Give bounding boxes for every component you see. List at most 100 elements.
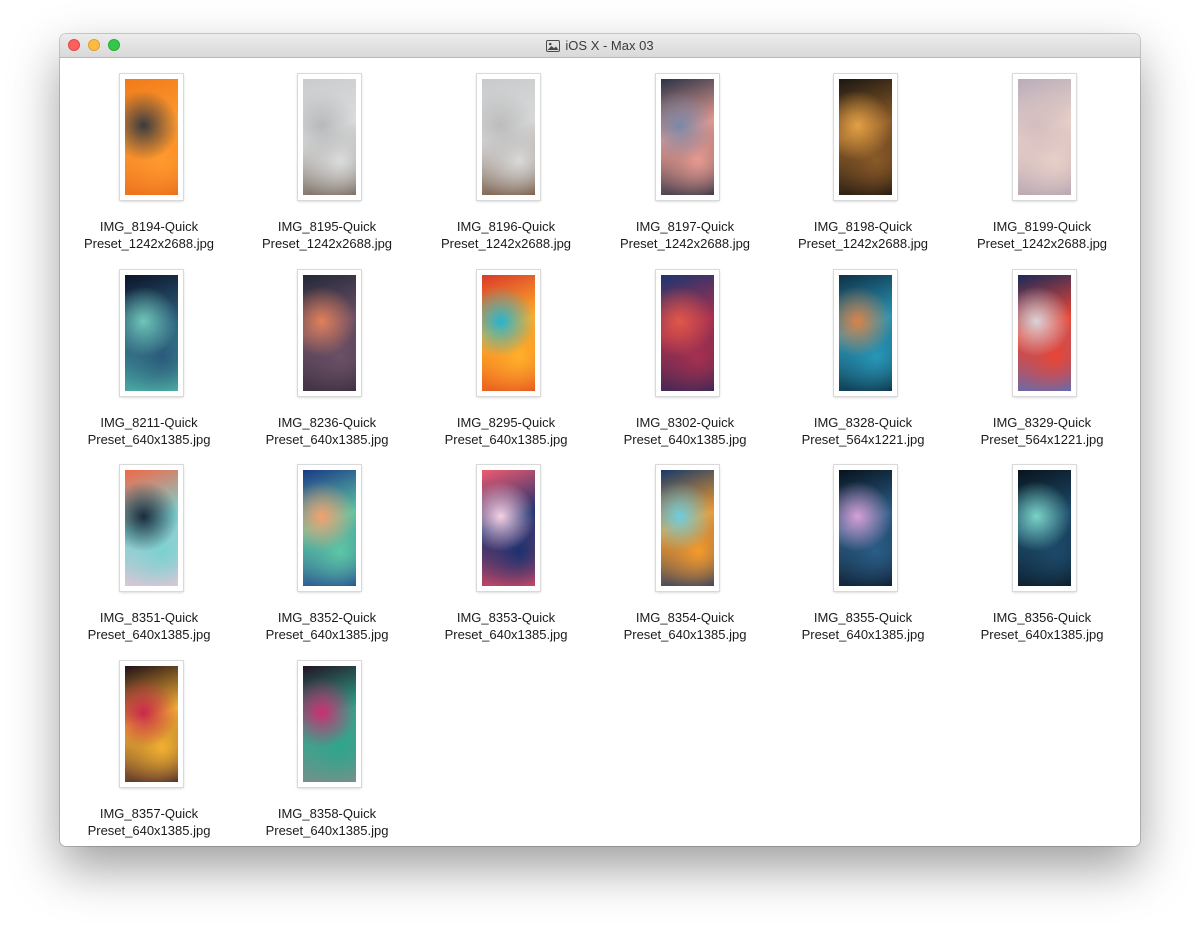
- file-item[interactable]: IMG_8197-Quick Preset_1242x2688.jpg: [596, 58, 774, 251]
- thumbnail-image: [125, 666, 178, 782]
- file-item[interactable]: IMG_8194-Quick Preset_1242x2688.jpg: [60, 58, 238, 251]
- thumbnail-frame[interactable]: [656, 465, 719, 591]
- file-name-line1: IMG_8355-Quick: [813, 610, 913, 625]
- thumbnail-frame[interactable]: [477, 74, 540, 200]
- file-name-label: IMG_8211-Quick Preset_640x1385.jpg: [60, 414, 238, 448]
- file-item[interactable]: IMG_8295-Quick Preset_640x1385.jpg: [417, 254, 595, 447]
- thumbnail-frame[interactable]: [1013, 270, 1076, 396]
- file-name-line1: IMG_8197-Quick: [635, 219, 735, 234]
- thumbnail-frame[interactable]: [1013, 74, 1076, 200]
- file-name-label: IMG_8358-Quick Preset_640x1385.jpg: [238, 805, 416, 839]
- file-name-line2: Preset_1242x2688.jpg: [619, 236, 751, 251]
- file-name-label: IMG_8329-Quick Preset_564x1221.jpg: [953, 414, 1131, 448]
- file-name-line2: Preset_640x1385.jpg: [801, 627, 925, 642]
- file-item[interactable]: IMG_8302-Quick Preset_640x1385.jpg: [596, 254, 774, 447]
- file-name-line2: Preset_564x1221.jpg: [980, 432, 1104, 447]
- file-name-line2: Preset_640x1385.jpg: [980, 627, 1104, 642]
- file-name-line2: Preset_640x1385.jpg: [87, 432, 211, 447]
- thumbnail-image: [125, 79, 178, 195]
- file-name-label: IMG_8353-Quick Preset_640x1385.jpg: [417, 609, 595, 643]
- thumbnail-image: [839, 79, 892, 195]
- thumbnail-frame[interactable]: [120, 74, 183, 200]
- file-name-line1: IMG_8302-Quick: [635, 415, 735, 430]
- file-item[interactable]: IMG_8351-Quick Preset_640x1385.jpg: [60, 449, 238, 642]
- image-file-icon: [546, 39, 561, 52]
- file-name-line2: Preset_640x1385.jpg: [444, 627, 568, 642]
- thumbnail-frame[interactable]: [298, 74, 361, 200]
- file-name-line2: Preset_640x1385.jpg: [265, 823, 389, 838]
- file-name-line2: Preset_1242x2688.jpg: [83, 236, 215, 251]
- thumbnail-frame[interactable]: [120, 270, 183, 396]
- file-item[interactable]: IMG_8357-Quick Preset_640x1385.jpg: [60, 645, 238, 838]
- file-item[interactable]: IMG_8198-Quick Preset_1242x2688.jpg: [774, 58, 952, 251]
- file-item[interactable]: IMG_8328-Quick Preset_564x1221.jpg: [774, 254, 952, 447]
- file-name-label: IMG_8196-Quick Preset_1242x2688.jpg: [417, 218, 595, 252]
- file-name-line1: IMG_8194-Quick: [99, 219, 199, 234]
- file-item[interactable]: IMG_8211-Quick Preset_640x1385.jpg: [60, 254, 238, 447]
- thumbnail-frame[interactable]: [656, 74, 719, 200]
- thumbnail-frame[interactable]: [1013, 465, 1076, 591]
- title-bar[interactable]: iOS X - Max 03: [60, 34, 1140, 58]
- thumbnail-image: [839, 470, 892, 586]
- file-name-line1: IMG_8328-Quick: [813, 415, 913, 430]
- file-name-line2: Preset_640x1385.jpg: [623, 627, 747, 642]
- file-name-line2: Preset_1242x2688.jpg: [440, 236, 572, 251]
- file-name-line1: IMG_8196-Quick: [456, 219, 556, 234]
- file-item[interactable]: IMG_8199-Quick Preset_1242x2688.jpg: [953, 58, 1131, 251]
- file-name-line2: Preset_640x1385.jpg: [87, 823, 211, 838]
- thumbnail-frame[interactable]: [120, 661, 183, 787]
- thumbnail-frame[interactable]: [298, 465, 361, 591]
- file-name-line1: IMG_8329-Quick: [992, 415, 1092, 430]
- file-name-line1: IMG_8351-Quick: [99, 610, 199, 625]
- file-name-label: IMG_8354-Quick Preset_640x1385.jpg: [596, 609, 774, 643]
- thumbnail-frame[interactable]: [834, 465, 897, 591]
- thumbnail-frame[interactable]: [298, 661, 361, 787]
- thumbnail-image: [482, 470, 535, 586]
- file-item[interactable]: IMG_8352-Quick Preset_640x1385.jpg: [238, 449, 416, 642]
- thumbnail-image: [1018, 275, 1071, 391]
- file-name-line1: IMG_8356-Quick: [992, 610, 1092, 625]
- file-name-line2: Preset_640x1385.jpg: [265, 432, 389, 447]
- file-name-line1: IMG_8354-Quick: [635, 610, 735, 625]
- file-name-line2: Preset_640x1385.jpg: [265, 627, 389, 642]
- file-item[interactable]: IMG_8196-Quick Preset_1242x2688.jpg: [417, 58, 595, 251]
- file-name-label: IMG_8194-Quick Preset_1242x2688.jpg: [60, 218, 238, 252]
- file-name-line2: Preset_564x1221.jpg: [801, 432, 925, 447]
- preview-window: iOS X - Max 03 IMG_8194-Quick Preset_1242…: [60, 34, 1140, 846]
- thumbnail-image: [1018, 79, 1071, 195]
- file-name-line1: IMG_8236-Quick: [277, 415, 377, 430]
- thumbnail-image: [661, 275, 714, 391]
- file-item[interactable]: IMG_8353-Quick Preset_640x1385.jpg: [417, 449, 595, 642]
- file-name-line1: IMG_8353-Quick: [456, 610, 556, 625]
- file-name-label: IMG_8351-Quick Preset_640x1385.jpg: [60, 609, 238, 643]
- thumbnail-frame[interactable]: [477, 270, 540, 396]
- thumbnail-grid: IMG_8194-Quick Preset_1242x2688.jpg IMG_81…: [60, 58, 1140, 846]
- thumbnail-frame[interactable]: [298, 270, 361, 396]
- thumbnail-frame[interactable]: [656, 270, 719, 396]
- thumbnail-image: [125, 275, 178, 391]
- file-name-line1: IMG_8357-Quick: [99, 806, 199, 821]
- file-item[interactable]: IMG_8329-Quick Preset_564x1221.jpg: [953, 254, 1131, 447]
- thumbnail-frame[interactable]: [834, 74, 897, 200]
- file-item[interactable]: IMG_8356-Quick Preset_640x1385.jpg: [953, 449, 1131, 642]
- window-title: iOS X - Max 03: [60, 34, 1140, 57]
- thumbnail-image: [839, 275, 892, 391]
- file-name-line2: Preset_1242x2688.jpg: [976, 236, 1108, 251]
- file-item[interactable]: IMG_8358-Quick Preset_640x1385.jpg: [238, 645, 416, 838]
- file-name-line2: Preset_640x1385.jpg: [623, 432, 747, 447]
- thumbnail-frame[interactable]: [477, 465, 540, 591]
- thumbnail-frame[interactable]: [834, 270, 897, 396]
- file-name-line2: Preset_1242x2688.jpg: [797, 236, 929, 251]
- thumbnail-frame[interactable]: [120, 465, 183, 591]
- file-item[interactable]: IMG_8354-Quick Preset_640x1385.jpg: [596, 449, 774, 642]
- thumbnail-image: [482, 275, 535, 391]
- file-name-label: IMG_8295-Quick Preset_640x1385.jpg: [417, 414, 595, 448]
- file-item[interactable]: IMG_8195-Quick Preset_1242x2688.jpg: [238, 58, 416, 251]
- thumbnail-image: [661, 470, 714, 586]
- file-name-line2: Preset_640x1385.jpg: [444, 432, 568, 447]
- file-item[interactable]: IMG_8236-Quick Preset_640x1385.jpg: [238, 254, 416, 447]
- file-name-line1: IMG_8358-Quick: [277, 806, 377, 821]
- thumbnail-image: [303, 79, 356, 195]
- file-name-line1: IMG_8211-Quick: [100, 415, 198, 430]
- file-item[interactable]: IMG_8355-Quick Preset_640x1385.jpg: [774, 449, 952, 642]
